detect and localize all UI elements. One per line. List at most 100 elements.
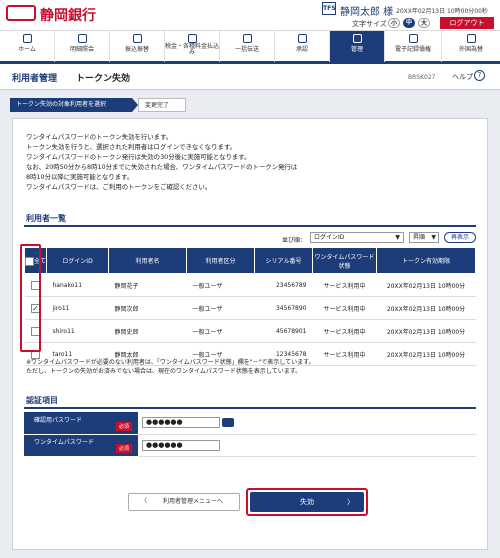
description-line: ワンタイムパスワードのトークン発行は失効の30分後に実施可能となります。 [26, 153, 251, 161]
revoke-button-highlight [246, 488, 368, 516]
tax-icon [187, 34, 197, 43]
auth-label-cell: 確認用パスワード 必須 [24, 412, 138, 435]
nav-label: 承認 [295, 46, 308, 53]
column-header: 利用者名 [108, 247, 187, 274]
column-header: トークン有効期限 [376, 247, 476, 274]
otp-label: ワンタイムパスワード [34, 439, 94, 446]
user-category: 一般ユーザ [186, 273, 255, 297]
step-select-user: トークン失効の対象利用者を選択 [10, 98, 132, 112]
auth-title: 認証項目 [26, 396, 58, 405]
serial-number: 45678901 [254, 319, 313, 343]
help-icon[interactable]: ? [474, 70, 485, 81]
user-name-cell: 静岡次郎 [108, 296, 187, 320]
bank-logo-mark [6, 5, 36, 21]
font-size-large-button[interactable]: 大 [418, 18, 430, 28]
nav-transfer[interactable]: 振込振替 [110, 31, 165, 62]
e-bond-icon [408, 34, 418, 43]
screen-code: BRSK027 [408, 74, 436, 81]
nav-admin[interactable]: 管理 [330, 31, 385, 62]
otp-status: サービス利用中 [312, 319, 377, 343]
transfer-icon [132, 34, 142, 43]
description-line: ワンタイムパスワードのトークン失効を行います。 [26, 133, 173, 141]
note-line: ただし、トークンの失効がお済みでない場合は、現在のワンタイムパスワード状態を表示… [26, 368, 302, 375]
user-name-cell: 静岡史郎 [108, 319, 187, 343]
user-table: 全て ログインID 利用者名 利用者区分 シリアル番号 ワンタイムパスワード状態… [24, 247, 476, 366]
description-line: ワンタイムパスワードは、ご利用のトークンをご確認ください。 [26, 183, 212, 191]
nav-label: 税金・各種料金払込み [165, 43, 220, 56]
page-section: 利用者管理 [12, 74, 58, 84]
sort-order-select[interactable]: 昇順 ▼ [409, 232, 439, 243]
user-category: 一般ユーザ [186, 296, 255, 320]
confirm-password-field[interactable]: ●●●●●● [142, 417, 220, 429]
user-icon: TFS [322, 2, 336, 15]
chevron-left-icon: 〈 [141, 498, 148, 505]
section-divider [24, 225, 476, 227]
column-header: ログインID [46, 247, 109, 274]
nav-approval[interactable]: 承認 [275, 31, 330, 62]
login-id: jiro11 [46, 296, 109, 320]
login-id: hanako11 [46, 273, 109, 297]
back-to-menu-button[interactable]: 〈 利用者管理メニューへ [128, 493, 240, 511]
auth-row: ワンタイムパスワード必須 ●●●●●● [24, 434, 476, 457]
nav-batch[interactable]: 一括伝送 [220, 31, 275, 62]
table-note: ※ワンタイムパスワードが必要のない利用者は、「ワンタイムパスワード状態」欄を"－… [26, 358, 466, 376]
auth-label-cell: ワンタイムパスワード必須 [24, 434, 138, 457]
serial-number: 34567890 [254, 296, 313, 320]
help-link[interactable]: ヘルプ [452, 72, 473, 82]
nav-label: 一括伝送 [234, 46, 259, 53]
font-size-label: 文字サイズ [352, 20, 387, 28]
forex-icon [466, 34, 476, 43]
token-expiry: 20XX年02月13日 10時00分 [376, 273, 476, 297]
table-row: ✓ jiro11 静岡次郎 一般ユーザ 34567890 サービス利用中 20X… [24, 296, 476, 320]
admin-icon [352, 34, 362, 43]
nav-e-bond[interactable]: 電子記録債権 [385, 31, 442, 62]
sort-label: 並び順： [282, 237, 307, 244]
batch-icon [242, 34, 252, 43]
checkbox-column-highlight [20, 244, 41, 352]
nav-tax[interactable]: 税金・各種料金払込み [165, 31, 220, 62]
keyboard-icon[interactable] [222, 418, 234, 428]
note-line: ※ワンタイムパスワードが必要のない利用者は、「ワンタイムパスワード状態」欄を"－… [26, 359, 315, 366]
last-login-time: 20XX年02月13日 10時00分00秒 [396, 8, 488, 15]
nav-home[interactable]: ホーム [0, 31, 55, 62]
otp-field[interactable]: ●●●●●● [142, 439, 220, 451]
column-header: シリアル番号 [254, 247, 313, 274]
auth-row: 確認用パスワード 必須 ●●●●●● [24, 412, 476, 435]
token-expiry: 20XX年02月13日 10時00分 [376, 319, 476, 343]
logout-button[interactable]: ログアウト [440, 17, 494, 29]
sort-field-select[interactable]: ログインID ▼ [310, 232, 404, 243]
section-divider [24, 407, 476, 409]
serial-number: 23456789 [254, 273, 313, 297]
login-id: shiro11 [46, 319, 109, 343]
font-size-small-button[interactable]: 小 [388, 18, 400, 28]
chevron-down-icon: ▼ [395, 234, 400, 241]
user-list-title: 利用者一覧 [26, 214, 66, 223]
sort-value: ログインID [314, 234, 345, 241]
column-header: ワンタイムパスワード状態 [312, 247, 377, 274]
otp-status: サービス利用中 [312, 296, 377, 320]
description-line: トークン失効を行うと、選択された利用者はログインできなくなります。 [26, 143, 236, 151]
column-header: 利用者区分 [186, 247, 255, 274]
token-expiry: 20XX年02月13日 10時00分 [376, 296, 476, 320]
back-label: 利用者管理メニューへ [163, 498, 224, 505]
nav-label: 管理 [350, 46, 363, 53]
font-size-medium-button[interactable]: 中 [403, 18, 415, 28]
nav-label: 明細照会 [69, 46, 94, 53]
nav-label: 振込振替 [124, 46, 149, 53]
nav-label: ホーム [18, 46, 36, 53]
bank-name: 静岡銀行 [40, 8, 96, 24]
document-icon [77, 34, 87, 43]
description-line: なお、20時50分から8時10分までに失効された場合、ワンタイムパスワードのトー… [26, 163, 298, 171]
nav-forex[interactable]: 外国為替 [442, 31, 500, 62]
chevron-down-icon: ▼ [431, 234, 436, 241]
otp-status: サービス利用中 [312, 273, 377, 297]
description-line: 8時10分以降に実施可能となります。 [26, 173, 134, 181]
required-badge: 必須 [115, 444, 132, 453]
table-row: shiro11 静岡史郎 一般ユーザ 45678901 サービス利用中 20XX… [24, 319, 476, 343]
required-badge: 必須 [115, 421, 132, 431]
global-nav: ホーム 明細照会 振込振替 税金・各種料金払込み 一括伝送 承認 管理 電子記録… [0, 30, 500, 64]
table-row: hanako11 静岡花子 一般ユーザ 23456789 サービス利用中 20X… [24, 273, 476, 297]
redisplay-button[interactable]: 再表示 [444, 232, 476, 243]
user-name-cell: 静岡花子 [108, 273, 187, 297]
nav-statements[interactable]: 明細照会 [55, 31, 110, 62]
